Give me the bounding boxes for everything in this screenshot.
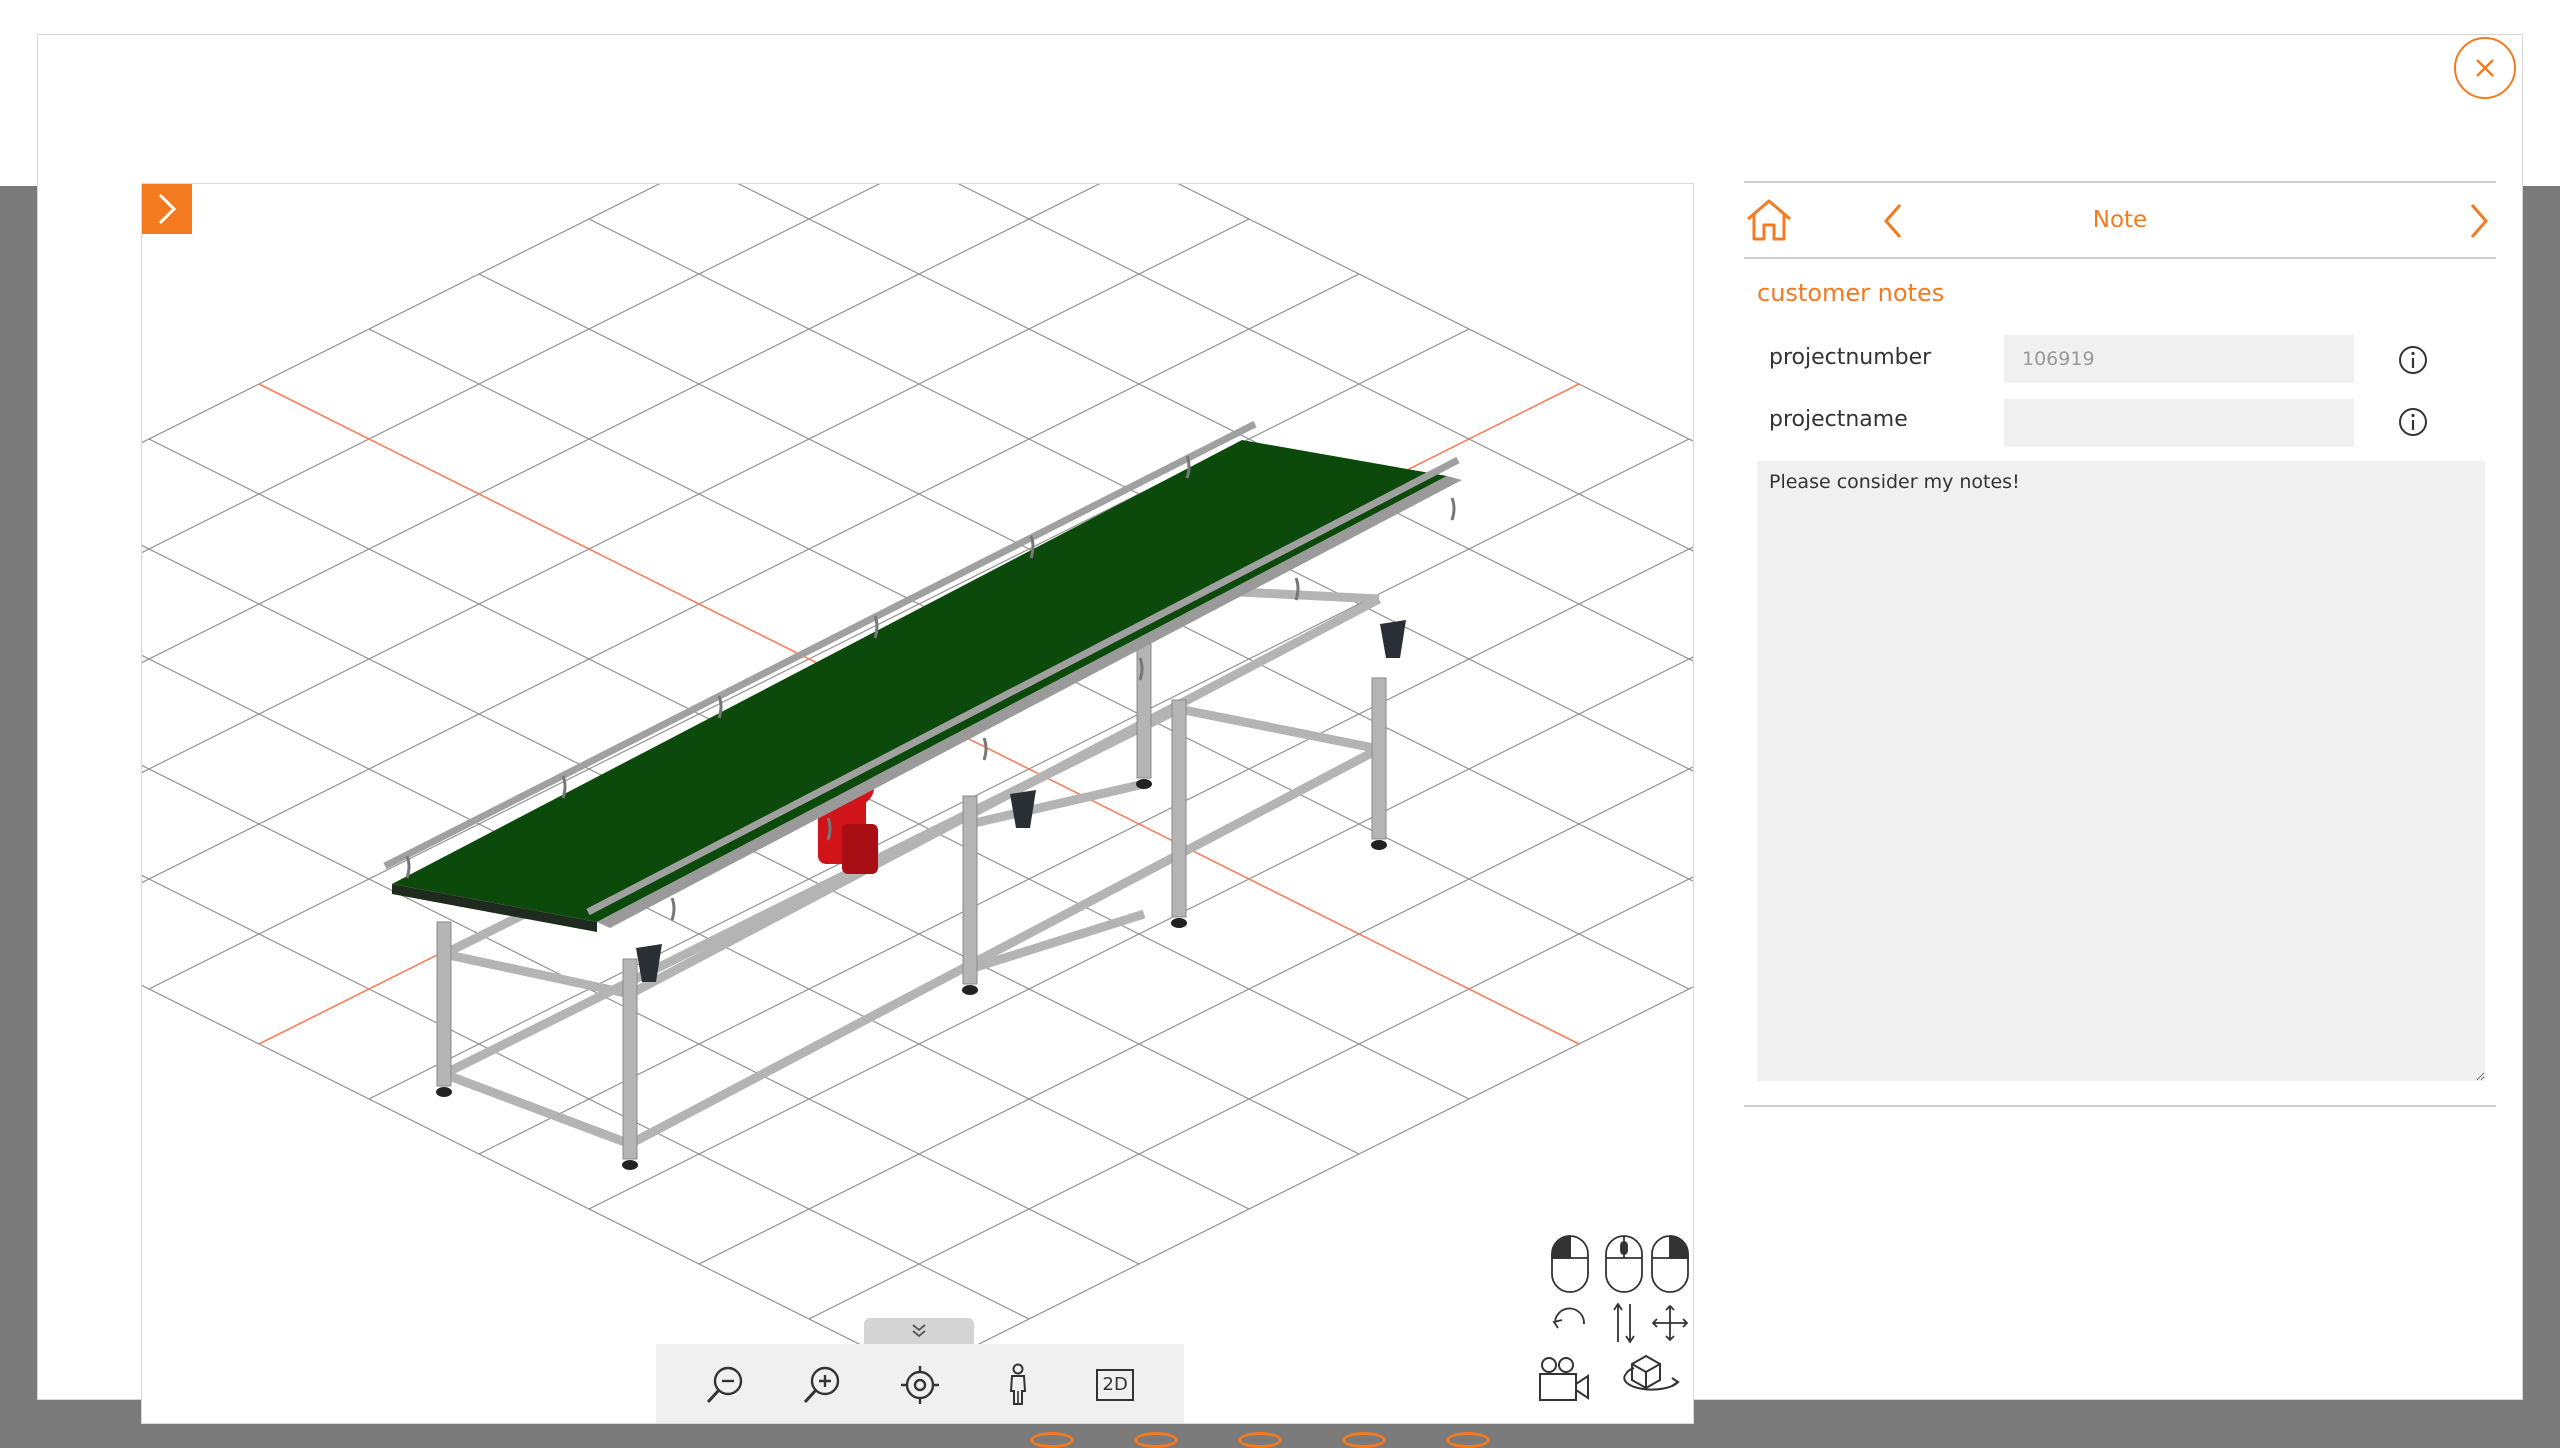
zoom-in-icon	[804, 1366, 840, 1403]
projectname-input[interactable]	[2004, 399, 2354, 447]
view-2d-label: 2D	[1096, 1368, 1135, 1401]
leveling-foot	[1371, 840, 1387, 850]
leg-clamp	[1010, 790, 1036, 828]
grid-line	[142, 184, 661, 444]
camera-icon	[1539, 1357, 1589, 1401]
info-icon[interactable]	[2396, 343, 2430, 377]
zoom-in-button[interactable]	[794, 1357, 850, 1413]
leveling-foot	[622, 1160, 638, 1170]
mouse-left-rotate-icon	[1551, 1235, 1589, 1329]
frame-leg	[1171, 699, 1187, 918]
frame-leg	[1136, 643, 1152, 779]
rotate-cube-icon	[1623, 1354, 1680, 1391]
home-icon[interactable]	[1744, 197, 1794, 245]
mouse-wheel-zoom-icon	[1605, 1235, 1643, 1344]
close-icon	[2476, 59, 2494, 77]
frame-leg	[622, 958, 638, 1160]
chevron-right-icon	[158, 193, 177, 225]
guide-bracket	[1450, 497, 1456, 521]
leveling-foot	[1136, 779, 1152, 789]
collapse-toolbar-tab[interactable]	[864, 1318, 974, 1344]
person-scale-button[interactable]	[990, 1357, 1046, 1413]
customer-notes-textarea[interactable]: Please consider my notes!	[1757, 461, 2485, 1081]
conveyor-scene[interactable]	[142, 184, 1694, 1424]
projectname-label: projectname	[1769, 407, 1908, 432]
info-icon[interactable]	[2396, 405, 2430, 439]
leveling-foot	[436, 1087, 452, 1097]
close-button[interactable]	[2454, 37, 2516, 99]
person-icon	[1009, 1363, 1026, 1405]
guide-bracket	[670, 897, 676, 921]
configurator-modal: 2D Note customer notes projectnumber 106…	[37, 34, 2523, 1424]
frame-leg	[436, 921, 452, 1087]
guide-bracket	[873, 615, 879, 639]
leveling-foot	[1171, 918, 1187, 928]
leveling-foot	[962, 985, 978, 995]
view-2d-button[interactable]: 2D	[1087, 1357, 1143, 1413]
chevron-right-icon[interactable]	[2458, 199, 2498, 243]
conveyor-belt	[392, 440, 1447, 922]
side-guide-rail	[586, 456, 1460, 916]
guide-bracket	[405, 855, 411, 879]
target-icon	[900, 1365, 939, 1404]
expand-panel-button[interactable]	[142, 184, 192, 234]
frame-rail	[443, 949, 631, 999]
zoom-out-button[interactable]	[697, 1357, 753, 1413]
frame-rail	[442, 1069, 632, 1149]
pagination-dots	[1030, 1432, 1590, 1448]
guide-bracket	[982, 737, 988, 761]
guide-bracket	[717, 695, 723, 719]
guide-bracket	[1294, 577, 1300, 601]
frame-leg	[962, 795, 978, 985]
double-chevron-down-icon	[912, 1324, 926, 1338]
panel-title: Note	[2092, 207, 2148, 233]
chevron-left-icon[interactable]	[1874, 199, 1914, 243]
grid-line	[808, 876, 1693, 1320]
projectnumber-input[interactable]	[2004, 335, 2354, 383]
projectnumber-label: projectnumber	[1769, 345, 1932, 370]
panel-divider	[1744, 1105, 2496, 1107]
guide-bracket	[561, 775, 567, 799]
mouse-right-pan-icon	[1651, 1235, 1689, 1342]
note-panel: Note customer notes projectnumber projec…	[1744, 181, 2496, 1109]
zoom-out-icon	[706, 1366, 742, 1403]
section-title: customer notes	[1757, 279, 1945, 307]
frame-leg	[1371, 677, 1387, 840]
center-view-button[interactable]	[892, 1357, 948, 1413]
panel-nav-bar: Note	[1744, 181, 2496, 259]
motor-side	[842, 824, 878, 874]
guide-bracket	[1185, 455, 1191, 479]
mouse-controls-help	[1539, 1235, 1689, 1401]
viewer-toolbar: 2D	[656, 1344, 1184, 1423]
frame-rail	[1178, 704, 1380, 754]
guide-bracket	[1029, 535, 1035, 559]
leg-clamp	[1380, 620, 1406, 658]
belt-side-profile	[597, 476, 1462, 928]
3d-viewer[interactable]: 2D	[141, 183, 1694, 1424]
